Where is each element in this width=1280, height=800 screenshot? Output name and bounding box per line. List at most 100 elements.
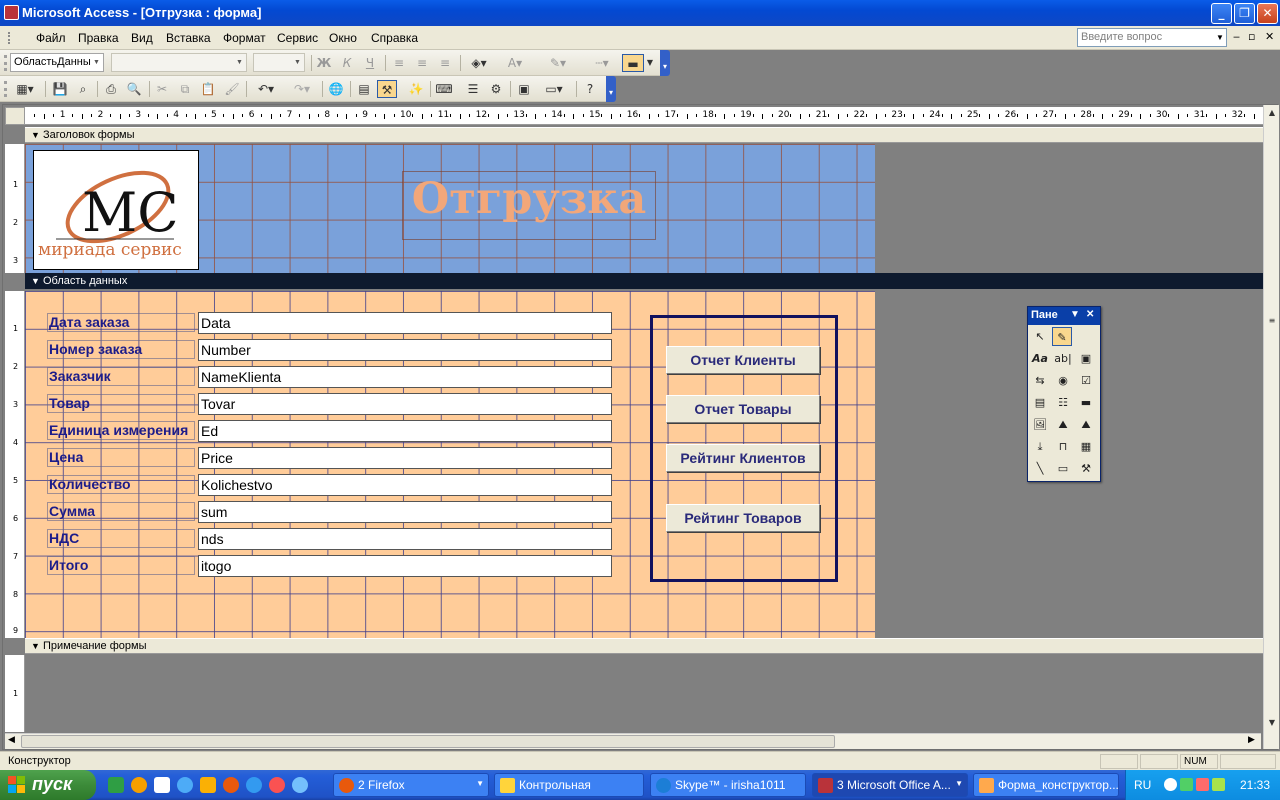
menu-help[interactable]: Справка <box>371 31 418 45</box>
label-icon[interactable]: Aa <box>1030 349 1050 368</box>
report-clients-button[interactable]: Отчет Клиенты <box>666 346 820 374</box>
toolbox-toggle-icon[interactable]: ⚒ <box>377 80 397 98</box>
label-unit[interactable]: Единица измерения <box>47 421 195 440</box>
textbox-vat[interactable]: nds <box>198 528 612 550</box>
tray-shield-icon[interactable] <box>1180 778 1193 791</box>
scroll-grip-icon[interactable]: ≡ <box>1265 314 1279 328</box>
menu-tools[interactable]: Сервис <box>277 31 318 45</box>
quicklaunch-aimp-icon[interactable] <box>131 777 147 793</box>
label-sum[interactable]: Сумма <box>47 502 195 521</box>
menu-insert[interactable]: Вставка <box>166 31 211 45</box>
paste-icon[interactable]: 📋 <box>198 80 218 98</box>
textbox-quantity[interactable]: Kolichestvo <box>198 474 612 496</box>
undo-icon[interactable]: ↶▾ <box>250 80 282 98</box>
object-combo[interactable]: ОбластьДанны ▼ <box>10 53 104 72</box>
close-button[interactable]: ✕ <box>1257 3 1278 24</box>
toolbox-close-icon[interactable]: ✕ <box>1086 309 1094 320</box>
line-color-icon[interactable]: ✎▾ <box>540 54 576 72</box>
align-right-icon[interactable]: ≡ <box>435 54 455 72</box>
quicklaunch-globe-icon[interactable] <box>292 777 308 793</box>
page-break-icon[interactable]: ⤓ <box>1030 437 1050 456</box>
scroll-left-icon[interactable]: ◀ <box>8 735 15 745</box>
bound-frame-icon[interactable]: ⛰ <box>1076 415 1096 434</box>
textbox-total[interactable]: itogo <box>198 555 612 577</box>
view-icon[interactable]: ▦▾ <box>10 80 40 98</box>
toolbox-panel[interactable]: Пане ▼ ✕ ↖ ✎ Aa ab| ▣ ⇆ ◉ ☑ ▤ ☷ ▬ 🖼 ⛰ ⛰ … <box>1027 306 1101 482</box>
underline-button[interactable]: Ч <box>360 54 380 72</box>
mdi-close-icon[interactable]: ✕ <box>1265 30 1274 43</box>
horizontal-scrollbar[interactable]: ◀ ▶ <box>5 733 1261 749</box>
redo-icon[interactable]: ↷▾ <box>286 80 318 98</box>
task-folder[interactable]: Контрольная <box>494 773 644 797</box>
textbox-unit[interactable]: Ed <box>198 420 612 442</box>
section-bar-footer[interactable]: ▼ Примечание формы <box>25 638 1263 654</box>
label-total[interactable]: Итого <box>47 556 195 575</box>
database-window-icon[interactable]: ▣ <box>514 80 534 98</box>
minimize-button[interactable]: _ <box>1211 3 1232 24</box>
wizard-icon[interactable]: ✎ <box>1052 327 1072 346</box>
font-combo[interactable]: ▼ <box>111 53 247 72</box>
combobox-icon[interactable]: ▤ <box>1030 393 1050 412</box>
mdi-minimize-icon[interactable]: ‒ <box>1233 30 1240 43</box>
vertical-scrollbar[interactable]: ▲ ≡ ▼ <box>1263 105 1279 749</box>
format-painter-icon[interactable]: 🖌 <box>222 80 242 98</box>
scroll-up-icon[interactable]: ▲ <box>1265 106 1279 120</box>
label-order-number[interactable]: Номер заказа <box>47 340 195 359</box>
tab-control-icon[interactable]: ⊓ <box>1053 437 1073 456</box>
subform-icon[interactable]: ▦ <box>1076 437 1096 456</box>
save-icon[interactable]: 💾 <box>50 80 70 98</box>
vertical-ruler-footer[interactable]: 1 <box>5 655 25 732</box>
file-search-icon[interactable]: ⌕ <box>73 80 93 98</box>
listbox-icon[interactable]: ☷ <box>1053 393 1073 412</box>
special-effect-dropdown-icon[interactable]: ▼ <box>645 54 655 72</box>
label-product[interactable]: Товар <box>47 394 195 413</box>
print-icon[interactable]: ⎙ <box>101 80 121 98</box>
checkbox-icon[interactable]: ☑ <box>1076 371 1096 390</box>
label-customer[interactable]: Заказчик <box>47 367 195 386</box>
toolbox-titlebar[interactable]: Пане ▼ ✕ <box>1028 307 1100 325</box>
radio-icon[interactable]: ◉ <box>1053 371 1073 390</box>
textbox-icon[interactable]: ab| <box>1053 349 1073 368</box>
copy-icon[interactable]: ⧉ <box>175 80 195 98</box>
unbound-frame-icon[interactable]: ⛰ <box>1053 415 1073 434</box>
textbox-product[interactable]: Tovar <box>198 393 612 415</box>
quicklaunch-chrome-icon[interactable] <box>177 777 193 793</box>
textbox-price[interactable]: Price <box>198 447 612 469</box>
tray-arrow-icon[interactable] <box>1164 778 1177 791</box>
label-quantity[interactable]: Количество <box>47 475 195 494</box>
cut-icon[interactable]: ✂ <box>152 80 172 98</box>
print-preview-icon[interactable]: 🔍 <box>124 80 144 98</box>
line-width-icon[interactable]: ┄▾ <box>585 54 619 72</box>
horizontal-scroll-thumb[interactable] <box>21 735 835 748</box>
textbox-sum[interactable]: sum <box>198 501 612 523</box>
hyperlink-icon[interactable]: 🌐 <box>326 80 346 98</box>
build-icon[interactable]: ⚙ <box>486 80 506 98</box>
horizontal-ruler[interactable]: 1 2 3 4 5 6 7 8 9 10 11 12 13 14 15 16 17 18 19 20 21 22 23 24 2… <box>25 107 1263 125</box>
menu-file[interactable]: Файл <box>36 31 66 45</box>
label-order-date[interactable]: Дата заказа <box>47 313 195 332</box>
quicklaunch-project-icon[interactable] <box>108 777 124 793</box>
autoformat-icon[interactable]: ✨ <box>406 80 426 98</box>
ask-question-input[interactable]: Введите вопрос ▼ <box>1077 28 1227 47</box>
font-size-combo[interactable]: ▼ <box>253 53 305 72</box>
rating-goods-button[interactable]: Рейтинг Товаров <box>666 504 820 532</box>
vertical-ruler-header[interactable]: 1 2 3 <box>5 144 25 273</box>
textbox-order-date[interactable]: Data <box>198 312 612 334</box>
access-app-icon[interactable] <box>4 5 19 20</box>
report-goods-button[interactable]: Отчет Товары <box>666 395 820 423</box>
menu-view[interactable]: Вид <box>131 31 153 45</box>
section-bar-header[interactable]: ▼ Заголовок формы <box>25 127 1263 143</box>
form-heading[interactable]: Отгрузка <box>402 174 656 224</box>
quicklaunch-media-icon[interactable] <box>269 777 285 793</box>
line-icon[interactable]: ╲ <box>1030 459 1050 478</box>
tray-network-icon[interactable] <box>1196 778 1209 791</box>
align-center-icon[interactable]: ≡ <box>412 54 432 72</box>
more-controls-icon[interactable]: ⚒ <box>1076 459 1096 478</box>
new-object-icon[interactable]: ▭▾ <box>537 80 571 98</box>
pointer-icon[interactable]: ↖ <box>1030 327 1050 346</box>
toggle-icon[interactable]: ⇆ <box>1030 371 1050 390</box>
clock[interactable]: 21:33 <box>1240 778 1270 792</box>
toolbar-options-icon[interactable]: ▾ <box>606 76 616 102</box>
menu-edit[interactable]: Правка <box>78 31 119 45</box>
section-bar-detail[interactable]: ▼ Область данных <box>25 273 1263 289</box>
